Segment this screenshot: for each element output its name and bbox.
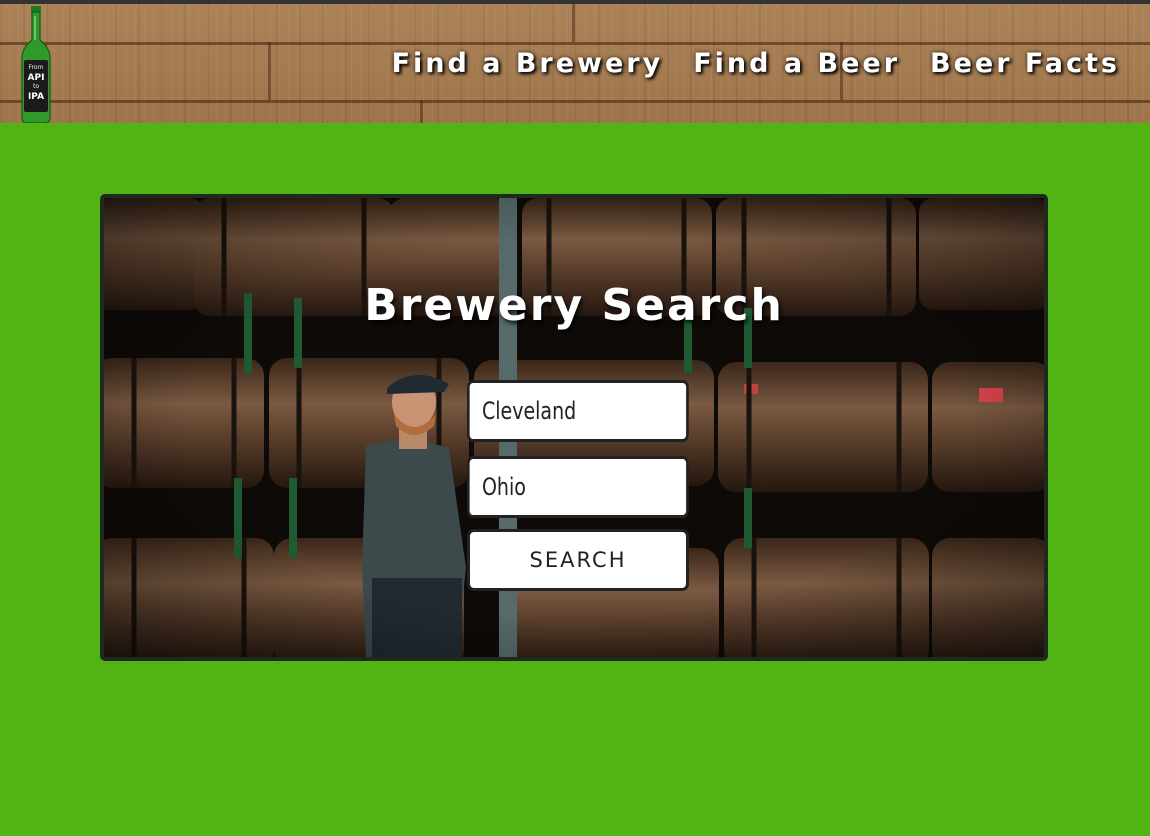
state-input[interactable] — [467, 456, 689, 518]
logo-text-line: From — [29, 64, 44, 71]
wood-plank-seam — [572, 4, 575, 42]
logo-text-line: API — [28, 73, 45, 83]
site-header: From API to IPA Find a Brewery Find a Be… — [0, 0, 1150, 123]
brewery-search-hero: Brewery Search SEARCH — [100, 194, 1048, 661]
wood-plank-seam — [420, 100, 423, 123]
nav-find-beer-link[interactable]: Find a Beer — [693, 48, 900, 79]
nav-beer-facts-link[interactable]: Beer Facts — [930, 48, 1120, 79]
beer-bottle-logo: From API to IPA — [21, 6, 51, 123]
nav-find-brewery-link[interactable]: Find a Brewery — [392, 48, 664, 79]
logo-text-line: to — [33, 83, 39, 90]
wood-plank-divider — [0, 100, 1150, 103]
logo-text-line: IPA — [28, 92, 44, 102]
main-nav: Find a Brewery Find a Beer Beer Facts — [392, 48, 1120, 79]
search-button[interactable]: SEARCH — [467, 529, 689, 591]
wood-plank-seam — [268, 42, 271, 100]
city-input[interactable] — [467, 380, 689, 442]
wood-plank-divider — [0, 42, 1150, 45]
beer-bottle-icon[interactable]: From API to IPA — [20, 6, 52, 123]
page-title: Brewery Search — [364, 280, 784, 331]
